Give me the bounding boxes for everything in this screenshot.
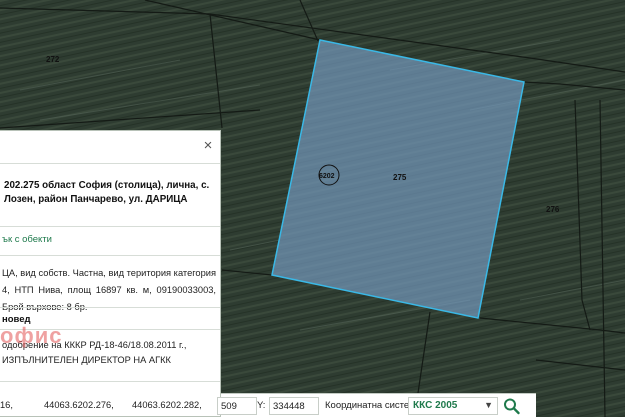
divider: [0, 163, 220, 164]
close-icon[interactable]: ×: [201, 138, 215, 153]
divider: [0, 226, 220, 227]
related-objects-link[interactable]: ък с обекти: [2, 234, 52, 245]
chevron-down-icon: ▼: [484, 400, 493, 410]
x-coordinate-field[interactable]: 509: [217, 397, 257, 415]
search-icon[interactable]: [501, 396, 523, 416]
neighbor-item[interactable]: 16,: [0, 400, 13, 410]
parcel-details: ЦА, вид собств. Частна, вид територия ка…: [2, 268, 216, 312]
parcel-label-275: 275: [393, 173, 407, 182]
neighbor-item[interactable]: 44063.6202.282,: [132, 400, 202, 410]
parcel-label-276: 276: [546, 205, 560, 214]
divider: [0, 255, 220, 256]
parcel-label-272: 272: [46, 55, 60, 64]
y-label: Y:: [257, 400, 266, 411]
y-coordinate-field[interactable]: 334448: [269, 397, 319, 415]
coord-system-select[interactable]: ККС 2005 ▼: [408, 397, 498, 415]
coord-system-value: ККС 2005: [413, 400, 458, 411]
divider: [0, 381, 220, 382]
divider: [0, 307, 220, 308]
watermark: офис: [0, 323, 63, 348]
parcel-label-6202: 6202: [319, 173, 335, 180]
parcel-title: 202.275 област София (столица), лична, с…: [4, 180, 210, 205]
neighbor-item[interactable]: 44063.6202.276,: [44, 400, 114, 410]
coordinate-statusbar: 509 Y: 334448 Координатна система: ККС 2…: [217, 393, 536, 417]
parcel-info-panel: × 202.275 област София (столица), лична,…: [0, 130, 221, 417]
panel-header: ×: [0, 131, 220, 163]
